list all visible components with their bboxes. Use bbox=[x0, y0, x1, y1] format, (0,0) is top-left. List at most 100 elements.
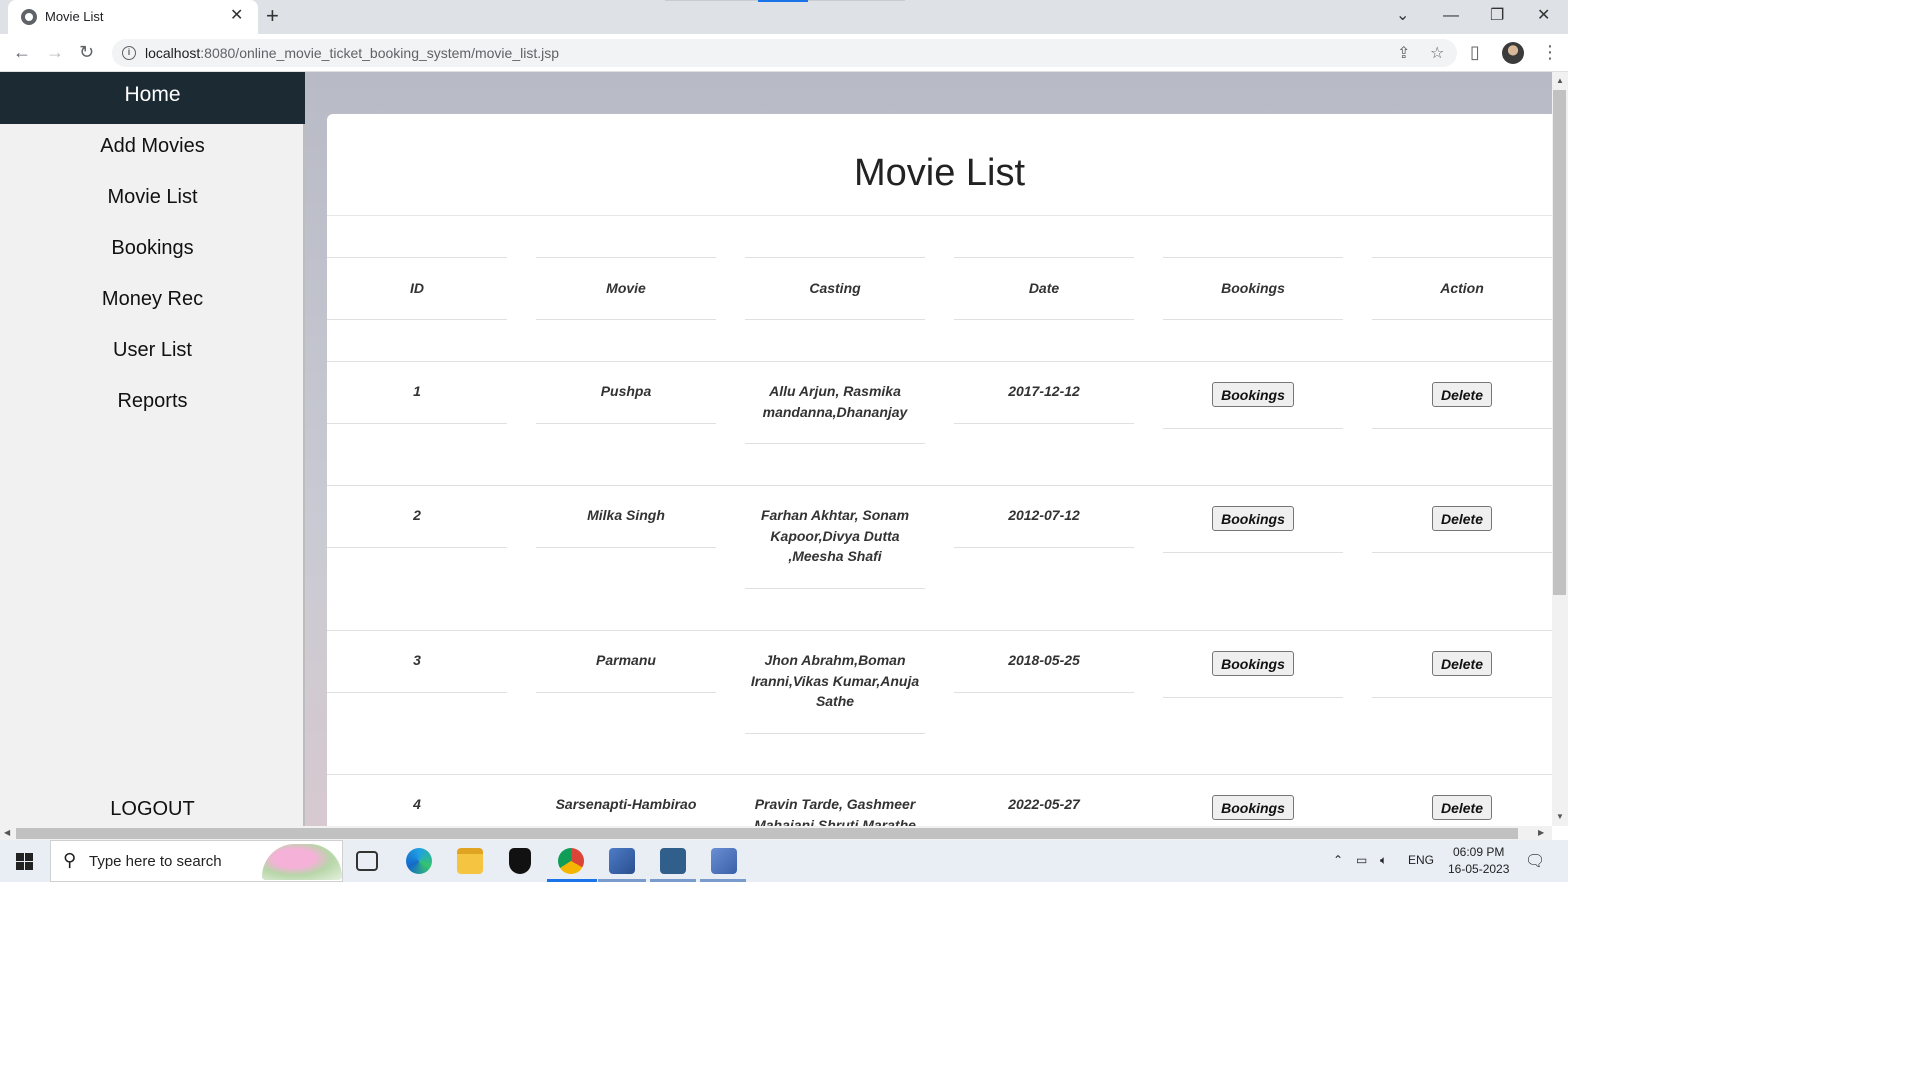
share-icon[interactable]: ⇪ bbox=[1397, 43, 1410, 63]
menu-kebab-icon[interactable]: ⋮ bbox=[1541, 42, 1559, 62]
header-bottom-rule bbox=[536, 319, 716, 320]
row-bottom-rule bbox=[536, 423, 716, 424]
row-bottom-rule bbox=[954, 547, 1134, 548]
forward-arrow-icon[interactable]: → bbox=[46, 42, 64, 62]
row-bottom-rule bbox=[327, 692, 507, 693]
cell-movie: Parmanu bbox=[596, 652, 656, 668]
task-view-icon[interactable] bbox=[356, 851, 378, 871]
edge-browser-icon[interactable] bbox=[406, 848, 432, 874]
file-explorer-icon[interactable] bbox=[457, 848, 483, 874]
header-bottom-rule bbox=[1163, 319, 1343, 320]
row-bottom-rule bbox=[745, 588, 925, 589]
minimize-icon[interactable]: — bbox=[1443, 6, 1459, 26]
vertical-scroll-thumb[interactable] bbox=[1553, 90, 1566, 595]
cell-date: 2017-12-12 bbox=[1008, 383, 1080, 399]
header-top-rule bbox=[536, 257, 716, 258]
profile-avatar[interactable] bbox=[1502, 42, 1524, 64]
system-clock[interactable]: 06:09 PM 16-05-2023 bbox=[1448, 844, 1509, 878]
side-panel-icon[interactable]: ▯ bbox=[1470, 42, 1480, 62]
browser-tab[interactable]: Movie List ✕ bbox=[8, 0, 258, 34]
row-top-rule bbox=[327, 774, 1552, 775]
close-window-icon[interactable]: ✕ bbox=[1537, 6, 1550, 26]
netbeans-cube-icon[interactable] bbox=[609, 848, 635, 874]
cell-movie: Sarsenapti-Hambirao bbox=[555, 796, 697, 812]
bookings-button[interactable]: Bookings bbox=[1212, 795, 1294, 820]
logout-link[interactable]: LOGOUT bbox=[0, 798, 305, 821]
scroll-down-arrow-icon[interactable]: ▼ bbox=[1556, 812, 1564, 821]
movie-list-card: Movie List ID Movie Casting Date Booking… bbox=[327, 114, 1552, 826]
bookings-button[interactable]: Bookings bbox=[1212, 382, 1294, 407]
sidebar-item-movie-list[interactable]: Movie List bbox=[0, 186, 305, 209]
bookings-button[interactable]: Bookings bbox=[1212, 651, 1294, 676]
notifications-icon[interactable]: 🗨︎ bbox=[1525, 851, 1545, 871]
new-tab-icon[interactable]: + bbox=[266, 4, 279, 28]
sidebar-item-reports[interactable]: Reports bbox=[0, 390, 305, 413]
scroll-right-arrow-icon[interactable]: ▶ bbox=[1538, 828, 1544, 837]
row-bottom-rule bbox=[1163, 552, 1343, 553]
row-bottom-rule bbox=[536, 547, 716, 548]
delete-button[interactable]: Delete bbox=[1432, 651, 1492, 676]
row-top-rule bbox=[327, 630, 1552, 631]
windows-start-icon[interactable] bbox=[16, 853, 33, 870]
scroll-up-arrow-icon[interactable]: ▲ bbox=[1556, 76, 1564, 85]
row-top-rule bbox=[327, 485, 1552, 486]
header-top-rule bbox=[745, 257, 925, 258]
scroll-left-arrow-icon[interactable]: ◀ bbox=[4, 828, 10, 837]
open-app-indicator bbox=[700, 879, 746, 882]
tab-search-chevron-icon[interactable]: ⌄ bbox=[1396, 6, 1409, 26]
url-text[interactable]: localhost:8080/online_movie_ticket_booki… bbox=[145, 45, 559, 61]
sidebar-item-bookings[interactable]: Bookings bbox=[0, 237, 305, 260]
header-bottom-rule bbox=[745, 319, 925, 320]
sidebar-item-add-movies[interactable]: Add Movies bbox=[0, 135, 305, 158]
cell-movie: Pushpa bbox=[600, 383, 652, 399]
back-arrow-icon[interactable]: ← bbox=[13, 42, 31, 62]
delete-button[interactable]: Delete bbox=[1432, 795, 1492, 820]
row-bottom-rule bbox=[1372, 428, 1552, 429]
bookmark-star-icon[interactable]: ☆ bbox=[1430, 43, 1444, 63]
close-tab-icon[interactable]: ✕ bbox=[230, 7, 243, 25]
row-bottom-rule bbox=[327, 547, 507, 548]
windows-taskbar: ⚲ Type here to search ⌃ ▭ 🔈︎ ENG 06:09 P… bbox=[0, 840, 1568, 882]
url-path: :8080/online_movie_ticket_booking_system… bbox=[200, 45, 560, 61]
cell-id: 3 bbox=[413, 652, 421, 668]
cell-date: 2022-05-27 bbox=[1008, 796, 1080, 812]
row-bottom-rule bbox=[1372, 697, 1552, 698]
header-bottom-rule bbox=[1372, 319, 1552, 320]
show-hidden-icons-icon[interactable]: ⌃ bbox=[1333, 853, 1343, 867]
cell-id: 2 bbox=[413, 507, 421, 523]
volume-icon[interactable]: 🔈︎ bbox=[1380, 853, 1387, 868]
mysql-workbench-icon[interactable] bbox=[660, 848, 686, 874]
start-icon-pane bbox=[16, 862, 24, 870]
tab-strip-accent bbox=[758, 0, 808, 2]
sidebar-item-money-rec[interactable]: Money Rec bbox=[0, 288, 305, 311]
reload-icon[interactable]: ↻ bbox=[79, 42, 94, 62]
address-toolbar: ← → ↻ i localhost:8080/online_movie_tick… bbox=[0, 34, 1568, 72]
row-bottom-rule bbox=[745, 733, 925, 734]
column-header-casting: Casting bbox=[809, 280, 861, 296]
tab-title: Movie List bbox=[45, 9, 104, 24]
delete-button[interactable]: Delete bbox=[1432, 506, 1492, 531]
cell-date: 2018-05-25 bbox=[1008, 652, 1080, 668]
globe-icon bbox=[21, 9, 37, 25]
delete-button[interactable]: Delete bbox=[1432, 382, 1492, 407]
cell-id: 1 bbox=[413, 383, 421, 399]
site-info-icon[interactable]: i bbox=[122, 46, 136, 60]
netbeans-cube-icon[interactable] bbox=[711, 848, 737, 874]
sidebar-item-user-list[interactable]: User List bbox=[0, 339, 305, 362]
sidebar-item-home[interactable]: Home bbox=[0, 72, 305, 124]
cell-id: 4 bbox=[413, 796, 421, 812]
address-bar[interactable]: i localhost:8080/online_movie_ticket_boo… bbox=[112, 39, 1457, 67]
security-shield-icon[interactable] bbox=[509, 848, 531, 874]
restore-icon[interactable]: ❐ bbox=[1490, 6, 1504, 26]
chrome-browser-icon[interactable] bbox=[558, 848, 584, 874]
bookings-button[interactable]: Bookings bbox=[1212, 506, 1294, 531]
cell-casting: Farhan Akhtar, Sonam Kapoor,Divya Dutta … bbox=[760, 507, 910, 564]
battery-icon[interactable]: ▭ bbox=[1356, 853, 1367, 867]
row-bottom-rule bbox=[327, 423, 507, 424]
language-indicator[interactable]: ENG bbox=[1408, 853, 1434, 867]
cell-date: 2012-07-12 bbox=[1008, 507, 1080, 523]
title-divider bbox=[327, 215, 1552, 216]
browser-tab-bar: Movie List ✕ + ⌄ — ❐ ✕ bbox=[0, 0, 1568, 34]
horizontal-scroll-thumb[interactable] bbox=[16, 828, 1518, 839]
row-bottom-rule bbox=[954, 692, 1134, 693]
